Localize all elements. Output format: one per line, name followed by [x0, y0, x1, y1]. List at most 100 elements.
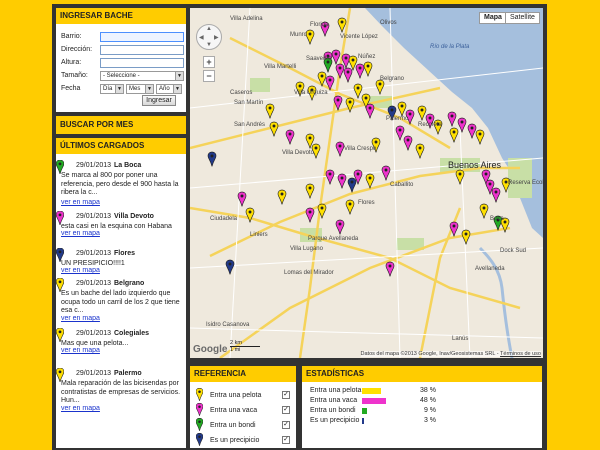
referencia-checkbox[interactable]: ✓	[282, 421, 290, 429]
map-pin-precipicio[interactable]	[207, 151, 217, 167]
map-pin-vaca[interactable]	[335, 219, 345, 235]
map-pin-pelota[interactable]	[345, 97, 355, 113]
referencia-checkbox[interactable]: ✓	[282, 391, 290, 399]
map-type-mapa-button[interactable]: Mapa	[479, 12, 507, 24]
ingresar-bache-title: INGRESAR BACHE	[56, 8, 186, 24]
map-label: Saavedra	[306, 56, 332, 62]
map-pin-vaca[interactable]	[449, 221, 459, 237]
pan-control[interactable]: ▲ ◀ ▶ ▼	[196, 24, 222, 50]
direccion-input[interactable]	[100, 44, 184, 55]
map-label: Recoleta	[418, 122, 442, 128]
map-pin-pelota[interactable]	[479, 203, 489, 219]
map-pin-precipicio[interactable]	[347, 177, 357, 193]
map-label: Dock Sud	[500, 248, 526, 254]
map-pin-pelota[interactable]	[269, 121, 279, 137]
map-label: San Martín	[234, 100, 263, 106]
arrow-left-icon[interactable]: ◀	[199, 34, 204, 41]
map-pin-pelota[interactable]	[265, 103, 275, 119]
referencia-checkbox[interactable]: ✓	[282, 436, 290, 444]
map-pin-pelota[interactable]	[461, 229, 471, 245]
zoom-out-button[interactable]: −	[203, 70, 215, 82]
map-pin-pelota[interactable]	[363, 61, 373, 77]
list-item-place: Belgrano	[114, 280, 145, 287]
map-type-satellite-button[interactable]: Satellite	[505, 12, 540, 24]
estadisticas-pct: 48 %	[420, 397, 436, 404]
fecha-mes-select[interactable]: Mes ▼	[126, 83, 154, 94]
ver-en-mapa-link[interactable]: ver en mapa	[61, 347, 100, 354]
map-label: Isidro Casanova	[206, 322, 250, 328]
map-pin-precipicio[interactable]	[225, 259, 235, 275]
map-view[interactable]: Villa Adelina Munro Florida Vicente López Ol…	[190, 8, 543, 358]
map-pin-pelota[interactable]	[305, 183, 315, 199]
map-pin-pelota[interactable]	[337, 17, 347, 33]
map-label: Buenos Aires	[448, 160, 502, 170]
map-pin-pelota[interactable]	[353, 83, 363, 99]
arrow-down-icon[interactable]: ▼	[206, 42, 212, 48]
map-pin-vaca[interactable]	[395, 125, 405, 141]
map-label: Villa Adelina	[230, 16, 263, 22]
map-pin-vaca[interactable]	[325, 169, 335, 185]
list-item-date: 29/01/2013	[76, 330, 112, 337]
fecha-anio-select[interactable]: Año ▼	[156, 83, 182, 94]
map-terms-link[interactable]: Términos de uso	[500, 351, 541, 357]
map-pin-pelota[interactable]	[345, 199, 355, 215]
map-label: Villa Devoto	[282, 150, 315, 156]
tamano-select[interactable]: - Seleccione - ▼	[100, 70, 184, 81]
map-label: Núñez	[358, 54, 375, 60]
pin-icon	[195, 387, 204, 401]
map-pin-vaca[interactable]	[381, 165, 391, 181]
map-pin-vaca[interactable]	[457, 117, 467, 133]
map-pin-vaca[interactable]	[365, 103, 375, 119]
map-pin-vaca[interactable]	[337, 173, 347, 189]
fecha-dia-select[interactable]: Día ▼	[100, 83, 124, 94]
ver-en-mapa-link[interactable]: ver en mapa	[61, 230, 100, 237]
referencia-label: Es un precipicio	[210, 437, 260, 444]
map-pin-pelota[interactable]	[365, 173, 375, 189]
map-pin-vaca[interactable]	[335, 141, 345, 157]
river-area	[365, 8, 543, 238]
list-item-date: 29/01/2013	[76, 370, 112, 377]
map-label: Caballito	[390, 182, 414, 188]
zoom-in-button[interactable]: +	[203, 56, 215, 68]
map-pin-vaca[interactable]	[331, 49, 341, 65]
arrow-up-icon[interactable]: ▲	[206, 26, 212, 32]
map-pin-pelota[interactable]	[245, 207, 255, 223]
map-pin-pelota[interactable]	[449, 127, 459, 143]
map-pin-vaca[interactable]	[491, 187, 501, 203]
referencia-checkbox[interactable]: ✓	[282, 406, 290, 414]
map-pin-pelota[interactable]	[375, 79, 385, 95]
list-item-place: Villa Devoto	[114, 213, 154, 220]
ver-en-mapa-link[interactable]: ver en mapa	[61, 315, 100, 322]
map-pin-pelota[interactable]	[305, 29, 315, 45]
barrio-input[interactable]	[100, 31, 184, 42]
fecha-dia-value: Día	[103, 85, 113, 92]
map-pin-vaca[interactable]	[335, 63, 345, 79]
map-pin-vaca[interactable]	[385, 261, 395, 277]
map-pin-pelota[interactable]	[417, 105, 427, 121]
map-pin-vaca[interactable]	[403, 135, 413, 151]
map-pin-pelota[interactable]	[415, 143, 425, 159]
map-pin-vaca[interactable]	[285, 129, 295, 145]
buscar-por-mes-title[interactable]: BUSCAR POR MES	[56, 116, 186, 134]
map-pin-vaca[interactable]	[355, 63, 365, 79]
ver-en-mapa-link[interactable]: ver en mapa	[61, 267, 100, 274]
map-pin-vaca[interactable]	[343, 67, 353, 83]
list-item-place: La Boca	[114, 162, 142, 169]
map-pin-pelota[interactable]	[277, 189, 287, 205]
map-pin-vaca[interactable]	[305, 207, 315, 223]
ver-en-mapa-link[interactable]: ver en mapa	[61, 199, 100, 206]
map-scale: 2 km 1 mi	[230, 340, 260, 353]
altura-input[interactable]	[100, 57, 184, 68]
map-pin-pelota[interactable]	[475, 129, 485, 145]
map-label: Liniers	[250, 232, 268, 238]
map-pin-pelota[interactable]	[397, 101, 407, 117]
arrow-right-icon[interactable]: ▶	[214, 34, 219, 41]
barrio-row: Barrio:	[56, 30, 186, 43]
buscar-por-mes-panel[interactable]: BUSCAR POR MES	[56, 116, 186, 134]
ver-en-mapa-link[interactable]: ver en mapa	[61, 405, 100, 412]
list-item-desc: Es un bache del lado izquierdo que ocupa…	[61, 290, 180, 314]
ingresar-button[interactable]: Ingresar	[142, 95, 176, 106]
map-pin-vaca[interactable]	[447, 111, 457, 127]
map-pin-vaca[interactable]	[467, 123, 477, 139]
map-attribution: Datos del mapa ©2013 Google, Inav/Geosis…	[360, 351, 541, 357]
